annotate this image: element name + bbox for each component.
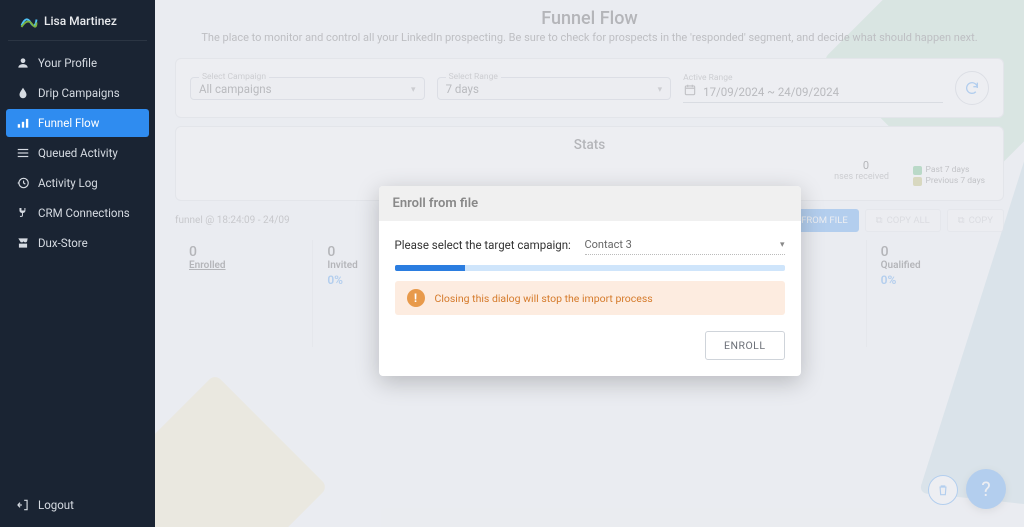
user-icon (16, 56, 30, 70)
progress-bar (395, 265, 465, 271)
dialog-actions: ENROLL (379, 319, 801, 376)
sidebar-item-crm[interactable]: CRM Connections (6, 199, 149, 227)
sidebar-item-label: Logout (38, 498, 74, 512)
sidebar-item-label: Drip Campaigns (38, 86, 120, 100)
app-logo-icon (20, 12, 38, 30)
funnel-icon (16, 116, 30, 130)
sidebar-item-label: CRM Connections (38, 206, 130, 220)
dialog-row: Please select the target campaign: Conta… (395, 235, 785, 255)
sidebar-item-activity[interactable]: Activity Log (6, 169, 149, 197)
plug-icon (16, 206, 30, 220)
drip-icon (16, 86, 30, 100)
sidebar-item-label: Your Profile (38, 56, 97, 70)
logout-icon (16, 498, 30, 512)
sidebar: Lisa Martinez Your Profile Drip Campaign… (0, 0, 155, 527)
modal-overlay[interactable]: Enroll from file Please select the targe… (155, 0, 1024, 527)
sidebar-item-queued[interactable]: Queued Activity (6, 139, 149, 167)
history-icon (16, 176, 30, 190)
sidebar-item-drip[interactable]: Drip Campaigns (6, 79, 149, 107)
sidebar-item-label: Activity Log (38, 176, 98, 190)
user-name: Lisa Martinez (44, 14, 117, 28)
target-campaign-select[interactable]: Contact 3 ▾ (585, 235, 785, 255)
list-icon (16, 146, 30, 160)
sidebar-header: Lisa Martinez (8, 0, 147, 41)
enroll-button[interactable]: ENROLL (705, 331, 784, 360)
sidebar-item-label: Dux-Store (38, 236, 88, 250)
select-value: Contact 3 (585, 238, 632, 251)
enroll-dialog: Enroll from file Please select the targe… (379, 186, 801, 376)
sidebar-item-funnel[interactable]: Funnel Flow (6, 109, 149, 137)
sidebar-item-logout[interactable]: Logout (6, 491, 149, 519)
warning-text: Closing this dialog will stop the import… (435, 292, 653, 305)
sidebar-item-label: Queued Activity (38, 146, 118, 160)
import-progress (395, 265, 785, 271)
sidebar-item-profile[interactable]: Your Profile (6, 49, 149, 77)
chevron-down-icon: ▾ (780, 240, 785, 250)
warning-icon: ! (407, 289, 425, 307)
nav: Your Profile Drip Campaigns Funnel Flow … (0, 43, 155, 265)
store-icon (16, 236, 30, 250)
main: Funnel Flow The place to monitor and con… (155, 0, 1024, 527)
warning-banner: ! Closing this dialog will stop the impo… (395, 281, 785, 315)
nav-footer: Logout (0, 485, 155, 527)
sidebar-item-store[interactable]: Dux-Store (6, 229, 149, 257)
sidebar-item-label: Funnel Flow (38, 116, 99, 130)
dialog-body: Please select the target campaign: Conta… (379, 221, 801, 319)
dialog-title: Enroll from file (379, 186, 801, 221)
dialog-label: Please select the target campaign: (395, 238, 571, 252)
